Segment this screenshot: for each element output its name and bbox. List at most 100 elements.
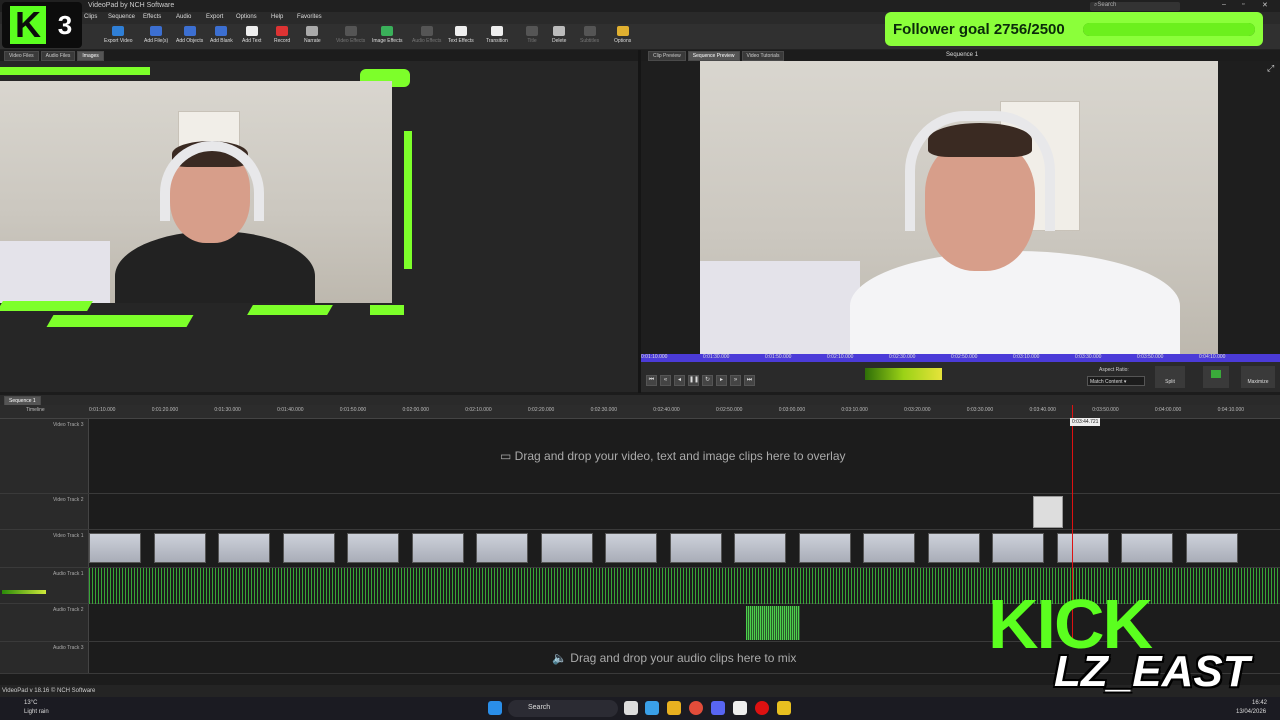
toolbar-button-video-effects[interactable]: Video Effects xyxy=(336,26,365,48)
play-icon[interactable]: ▸ xyxy=(716,375,727,386)
maximize-button[interactable]: Maximize xyxy=(1241,366,1275,388)
image-icon: ▭ xyxy=(500,449,515,463)
image-clip[interactable] xyxy=(1033,496,1063,528)
video-track-3[interactable]: Video Track 3 ▭ Drag and drop your video… xyxy=(0,419,1280,494)
tab-sequence-preview[interactable]: Sequence Preview xyxy=(687,51,740,61)
timeline-ruler[interactable]: Timeline 0:01:10.000 0:01:20.000 0:01:30.0… xyxy=(0,405,1280,419)
toolbar-button-record[interactable]: Record xyxy=(274,26,290,48)
video-track-1[interactable]: Video Track 1 xyxy=(0,530,1280,568)
video-clip-thumbnail[interactable] xyxy=(282,533,335,563)
video-clip-thumbnail[interactable] xyxy=(476,533,528,563)
video-clip-thumbnail[interactable] xyxy=(411,533,464,563)
toolbar-button-title[interactable]: Title xyxy=(526,26,538,48)
weather-temp: 13°C xyxy=(24,700,38,706)
preview-tabs: Clip Preview Sequence Preview Video Tutori… xyxy=(648,51,786,61)
toolbar-button-add-objects[interactable]: Add Objects xyxy=(176,26,203,48)
pause-icon[interactable]: ❚❚ xyxy=(688,375,699,386)
toolbar-label: Narrate xyxy=(304,38,321,44)
audio-clip[interactable] xyxy=(746,606,800,640)
playback-controls: ⏮ « ◂ ❚❚ ↻ ▸ » ⏭ Aspect Ratio: Match Con… xyxy=(641,362,1280,392)
menu-sequence[interactable]: Sequence xyxy=(108,14,135,20)
video-clip-thumbnail[interactable] xyxy=(863,533,915,563)
track-name: Audio Track 3 xyxy=(53,645,84,651)
video-clip-thumbnail[interactable] xyxy=(540,533,593,563)
ruler-tick: 0:02:00.000 xyxy=(402,407,429,413)
video-clip-thumbnail[interactable] xyxy=(734,533,786,563)
tab-audio-files[interactable]: Audio Files xyxy=(40,51,76,61)
audio-level-meter xyxy=(865,368,1005,380)
snapshot-button[interactable] xyxy=(1203,366,1229,388)
menu-clips[interactable]: Clips xyxy=(84,14,97,20)
aspect-label: Aspect Ratio: xyxy=(1099,367,1129,373)
tab-video-files[interactable]: Video Files xyxy=(4,51,39,61)
close-icon[interactable]: ✕ xyxy=(1262,1,1268,9)
overlay-drop-text: Drag and drop your video, text and image… xyxy=(514,449,846,463)
skip-start-icon[interactable]: ⏮ xyxy=(646,375,657,386)
discord-icon[interactable] xyxy=(711,701,725,715)
fullscreen-icon[interactable]: ⤢ xyxy=(1267,63,1274,74)
taskbar-search[interactable]: Search xyxy=(508,700,618,717)
videopad-icon[interactable] xyxy=(777,701,791,715)
toolbar-button-add-text[interactable]: Add Text xyxy=(242,26,261,48)
taskbar-search-label: Search xyxy=(528,704,551,711)
ruler-tick: 0:02:10.000 xyxy=(465,407,492,413)
minimize-icon[interactable]: – xyxy=(1222,1,1226,8)
search-box[interactable]: ⌕Search xyxy=(1090,2,1180,11)
menu-favorites[interactable]: Favorites xyxy=(297,14,322,20)
start-icon[interactable] xyxy=(488,701,502,715)
video-clip-thumbnail[interactable] xyxy=(347,533,399,563)
task-view-icon[interactable] xyxy=(624,701,638,715)
preview-scrub-bar[interactable]: 0:01:10.000 0:01:30.000 0:01:50.000 0:02:10… xyxy=(641,354,1280,362)
video-clip-thumbnail[interactable] xyxy=(89,533,141,563)
toolbar-label: Add Text xyxy=(242,38,262,44)
app-icon-2[interactable] xyxy=(755,701,769,715)
video-track-2[interactable]: Video Track 2 xyxy=(0,494,1280,530)
file-explorer-icon[interactable] xyxy=(667,701,681,715)
maximize-icon[interactable]: ▫ xyxy=(1242,1,1244,8)
toolbar-button-add-file-s-[interactable]: Add File(s) xyxy=(144,26,168,48)
tab-images[interactable]: Images xyxy=(77,51,104,61)
audio-drop-text: Drag and drop your audio clips here to m… xyxy=(570,651,797,665)
video-clip-thumbnail[interactable] xyxy=(1056,533,1109,563)
toolbar-button-narrate[interactable]: Narrate xyxy=(304,26,321,48)
toolbar-button-options[interactable]: Options xyxy=(614,26,631,48)
menu-help[interactable]: Help xyxy=(271,14,283,20)
toolbar-button-image-effects[interactable]: Image Effects xyxy=(372,26,402,48)
step-back-icon[interactable]: ◂ xyxy=(674,375,685,386)
toolbar-button-add-blank[interactable]: Add Blank xyxy=(210,26,233,48)
step-forward-icon[interactable]: » xyxy=(730,375,741,386)
menu-audio[interactable]: Audio xyxy=(176,14,191,20)
tab-clip-preview[interactable]: Clip Preview xyxy=(648,51,686,61)
menu-options[interactable]: Options xyxy=(236,14,257,20)
toolbar-button-transition[interactable]: Transition xyxy=(486,26,508,48)
toolbar-button-delete[interactable]: Delete xyxy=(552,26,566,48)
rewind-icon[interactable]: « xyxy=(660,375,671,386)
loop-icon[interactable]: ↻ xyxy=(702,375,713,386)
video-clip-thumbnail[interactable] xyxy=(605,533,657,563)
video-clip-thumbnail[interactable] xyxy=(992,533,1044,563)
chrome-icon[interactable] xyxy=(689,701,703,715)
menu-effects[interactable]: Effects xyxy=(143,14,161,20)
toolbar-button-text-effects[interactable]: Text Effects xyxy=(448,26,474,48)
menu-export[interactable]: Export xyxy=(206,14,223,20)
aspect-select[interactable]: Match Content ▾ xyxy=(1087,376,1145,386)
video-clip-thumbnail[interactable] xyxy=(1121,533,1173,563)
app-icon[interactable] xyxy=(733,701,747,715)
skip-end-icon[interactable]: ⏭ xyxy=(744,375,755,386)
ruler-tick: 0:03:10.000 xyxy=(841,407,868,413)
edge-icon[interactable] xyxy=(645,701,659,715)
frame-corner-br xyxy=(370,305,404,315)
split-button[interactable]: Split xyxy=(1155,366,1185,388)
toolbar-button-audio-effects[interactable]: Audio Effects xyxy=(412,26,441,48)
video-clip-thumbnail[interactable] xyxy=(798,533,851,563)
preview-title: Sequence 1 xyxy=(946,52,979,58)
media-bin-panel xyxy=(0,61,638,392)
tab-video-tutorials[interactable]: Video Tutorials xyxy=(741,51,785,61)
video-clip-thumbnail[interactable] xyxy=(669,533,722,563)
toolbar-button-export-video[interactable]: Export Video xyxy=(104,26,133,48)
video-clip-thumbnail[interactable] xyxy=(218,533,270,563)
video-clip-thumbnail[interactable] xyxy=(153,533,206,563)
video-clip-thumbnail[interactable] xyxy=(927,533,980,563)
video-clip-thumbnail[interactable] xyxy=(1185,533,1238,563)
toolbar-button-subtitles[interactable]: Subtitles xyxy=(580,26,599,48)
